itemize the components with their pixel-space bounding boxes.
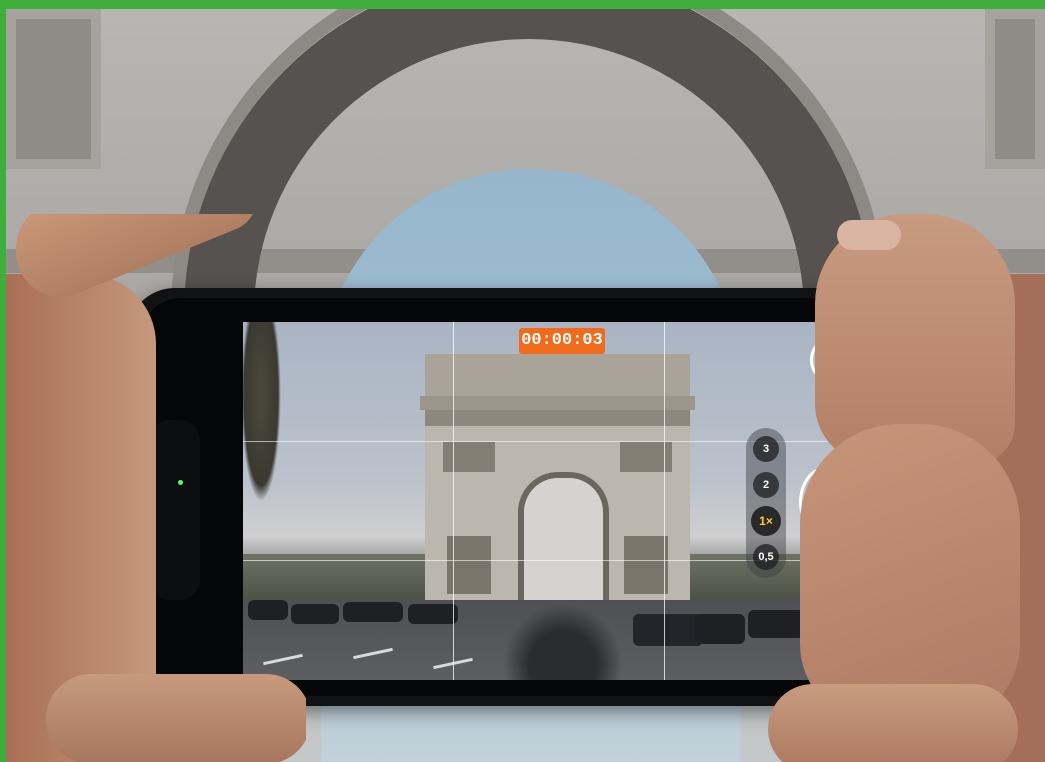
sculpture-group: [624, 536, 668, 594]
right-thumb: [800, 424, 1020, 724]
car: [633, 614, 703, 646]
fingernail: [837, 220, 901, 250]
relief-panel: [443, 442, 495, 472]
stone-relief-right: [985, 9, 1045, 169]
arc-de-triomphe: [420, 354, 695, 608]
arch-cornice: [420, 396, 695, 410]
left-hand: [6, 214, 306, 762]
car: [408, 604, 458, 624]
right-hand: [760, 214, 1045, 762]
arch-attic: [425, 354, 690, 399]
left-finger: [46, 674, 306, 762]
frame-border: [0, 0, 1045, 9]
crowd: [503, 604, 623, 680]
right-finger: [768, 684, 1018, 762]
arch-frieze: [425, 410, 690, 426]
car: [343, 602, 403, 622]
arch-opening: [518, 472, 609, 608]
grid-line: [453, 322, 454, 680]
grid-line: [664, 322, 665, 680]
stone-relief-left: [6, 9, 101, 169]
car: [695, 614, 745, 644]
recording-timer: 00:00:03: [519, 328, 605, 354]
